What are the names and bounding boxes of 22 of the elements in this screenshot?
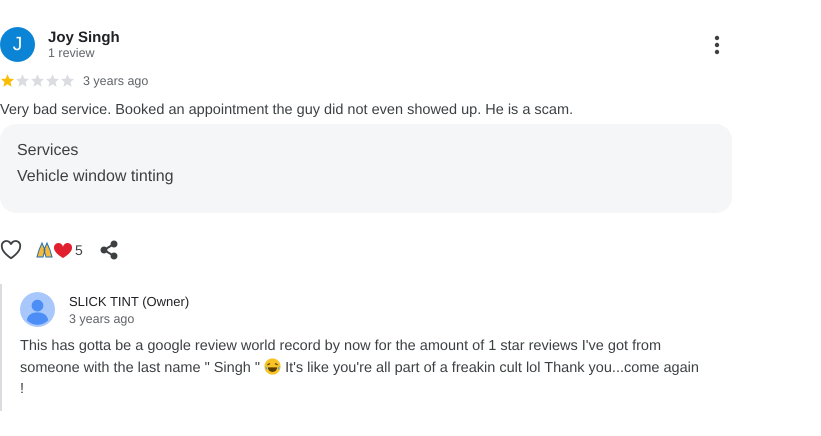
like-icon[interactable]: [0, 240, 22, 260]
more-options-icon[interactable]: [714, 34, 720, 54]
owner-avatar-icon: [20, 292, 55, 327]
reviewer-name[interactable]: Joy Singh: [48, 29, 701, 46]
review-time: 3 years ago: [83, 74, 148, 88]
star-icon: [45, 73, 60, 88]
owner-reply-text: This has gotta be a google review world record by now for the amount of 1 star reviews I've got from someone with the last name " Singh " It's like you're all part of a freakin cult lol Thank you...come again !: [20, 337, 700, 399]
star-icon: [0, 73, 15, 88]
details-value: Vehicle window tinting: [17, 168, 175, 186]
reactions-icon: [36, 241, 72, 259]
details-label: Services: [17, 142, 80, 160]
reply-time: 3 years ago: [69, 312, 136, 326]
owner-name: SLICK TINT (Owner): [69, 294, 190, 308]
user-avatar[interactable]: J: [0, 27, 35, 62]
star-icon: [15, 73, 30, 88]
star-icon: [60, 73, 75, 88]
review-count: 1 review: [48, 46, 96, 60]
share-icon[interactable]: [98, 240, 119, 260]
laughing-face-icon: [264, 358, 282, 374]
reaction-count: 5: [75, 242, 83, 258]
review-text: Very bad service. Booked an appointment the guy did not even showed up. He is a scam.: [0, 102, 574, 118]
star-icon: [30, 73, 45, 88]
